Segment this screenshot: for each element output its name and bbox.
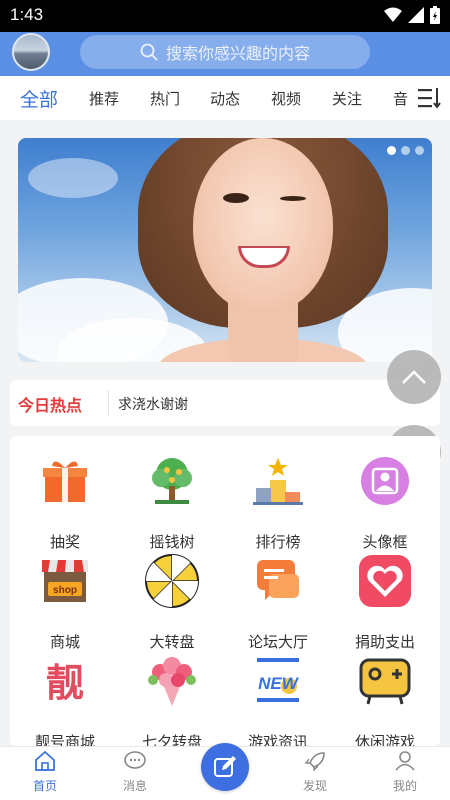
- top-header: 搜索你感兴趣的内容: [0, 32, 450, 76]
- money-tree-icon: [147, 456, 197, 506]
- gift-icon: [40, 456, 90, 506]
- search-placeholder: 搜索你感兴趣的内容: [165, 44, 310, 63]
- compose-button[interactable]: [201, 743, 249, 791]
- bottom-nav: 首页 消息 发现 我的: [0, 743, 450, 800]
- status-time: 1:43: [10, 5, 44, 24]
- nav-discover[interactable]: 发现: [280, 751, 350, 794]
- shop-icon: shop: [40, 556, 90, 606]
- tab-follow[interactable]: 关注: [332, 88, 362, 109]
- tab-hot[interactable]: 热门: [150, 88, 180, 109]
- hot-label: 今日热点: [18, 396, 83, 415]
- search-bar[interactable]: 搜索你感兴趣的内容: [80, 35, 370, 69]
- hot-text[interactable]: 求浇水谢谢: [118, 394, 188, 414]
- user-avatar[interactable]: [12, 33, 50, 71]
- grid-item-shop[interactable]: shop 商城: [15, 556, 115, 656]
- grid-item-money-tree[interactable]: 摇钱树: [122, 456, 222, 556]
- chevron-up-icon: [402, 370, 426, 384]
- svg-text:shop: shop: [53, 585, 77, 596]
- status-bar: 1:43: [0, 0, 450, 32]
- search-icon: [140, 43, 158, 61]
- home-icon: [35, 750, 55, 771]
- tab-music[interactable]: 音: [393, 88, 408, 109]
- banner-carousel[interactable]: [18, 138, 432, 362]
- tab-all[interactable]: 全部: [20, 85, 58, 112]
- nav-mine[interactable]: 我的: [370, 751, 440, 794]
- carousel-indicator: [387, 146, 424, 155]
- podium-icon: [253, 456, 303, 506]
- svg-text:靓: 靓: [46, 661, 84, 705]
- grid-item-ranking[interactable]: 排行榜: [228, 456, 328, 556]
- grid-item-casual-games[interactable]: 休闲游戏: [335, 656, 435, 756]
- grid-item-avatar-frame[interactable]: 头像框: [335, 456, 435, 556]
- signal-icon: [408, 7, 424, 23]
- tab-video[interactable]: 视频: [271, 88, 301, 109]
- grid-item-game-news[interactable]: NEW 游戏资讯: [228, 656, 328, 756]
- battery-icon: [430, 6, 440, 24]
- tab-menu-icon[interactable]: [418, 86, 442, 110]
- grid-item-qixi-wheel[interactable]: 七夕转盘: [122, 656, 222, 756]
- scroll-up-button[interactable]: [387, 350, 441, 404]
- user-icon: [395, 751, 415, 771]
- forum-icon: [253, 556, 303, 606]
- svg-text:NEW: NEW: [258, 674, 300, 693]
- nav-messages[interactable]: 消息: [100, 751, 170, 794]
- grid-item-vip-number[interactable]: 靓 靓号商城: [15, 656, 115, 756]
- wheel-icon: [145, 554, 199, 608]
- grid-item-donate[interactable]: 捐助支出: [335, 555, 435, 656]
- rocket-icon: [304, 752, 325, 772]
- function-grid: 抽奖 摇钱树 排行榜 头像框 shop 商城 大转盘 论坛大厅 捐助支出 靓 靓…: [10, 436, 440, 751]
- grid-item-wheel[interactable]: 大转盘: [122, 554, 222, 656]
- category-tabs: 全部 推荐 热门 动态 视频 关注 音: [0, 76, 450, 120]
- heart-icon: [359, 555, 411, 607]
- grid-item-lottery[interactable]: 抽奖: [15, 456, 115, 556]
- edit-icon: [214, 756, 236, 777]
- grid-item-forum[interactable]: 论坛大厅: [228, 556, 328, 656]
- avatar-frame-icon: [360, 456, 410, 506]
- hot-topic-bar[interactable]: 今日热点 求浇水谢谢: [10, 380, 440, 426]
- nav-home[interactable]: 首页: [10, 750, 80, 794]
- wifi-icon: [384, 7, 402, 22]
- tab-feed[interactable]: 动态: [210, 88, 240, 109]
- new-icon: NEW: [253, 656, 303, 706]
- liang-icon: 靓: [40, 656, 90, 706]
- tab-recommend[interactable]: 推荐: [89, 88, 119, 109]
- gamepad-icon: [359, 656, 411, 706]
- flowers-icon: [147, 656, 197, 706]
- message-icon: [124, 751, 146, 769]
